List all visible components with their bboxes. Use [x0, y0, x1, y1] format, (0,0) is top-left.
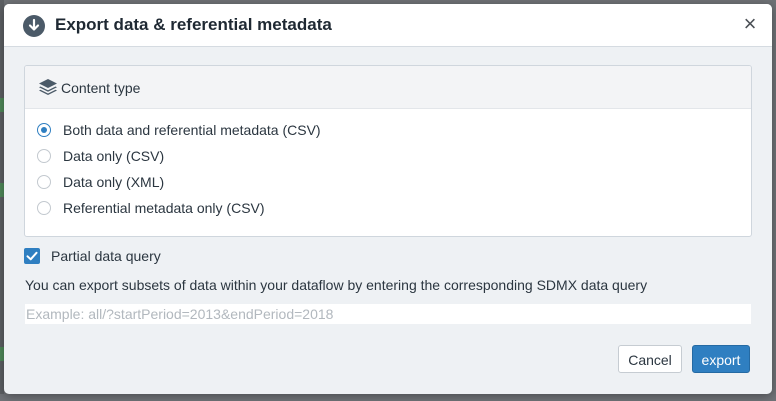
- radio-option-data-csv[interactable]: Data only (CSV): [37, 147, 537, 167]
- layers-icon: [39, 79, 57, 95]
- close-button[interactable]: ×: [740, 13, 760, 35]
- radio-label: Data only (XML): [63, 174, 165, 190]
- radio-button[interactable]: [37, 201, 51, 215]
- radio-button[interactable]: [37, 175, 51, 189]
- checkmark-icon: [26, 251, 38, 261]
- content-type-panel: Content type Both data and referential m…: [24, 65, 752, 237]
- export-dialog: Export data & referential metadata × Con…: [4, 4, 772, 394]
- content-type-header: Content type: [25, 66, 751, 109]
- partial-query-option[interactable]: Partial data query: [24, 247, 324, 267]
- content-type-title: Content type: [61, 80, 141, 96]
- partial-query-help: You can export subsets of data within yo…: [25, 277, 648, 293]
- data-query-input[interactable]: [25, 304, 751, 324]
- cancel-button[interactable]: Cancel: [618, 345, 682, 373]
- radio-button[interactable]: [37, 123, 51, 137]
- radio-button[interactable]: [37, 149, 51, 163]
- radio-option-data-xml[interactable]: Data only (XML): [37, 173, 537, 193]
- download-circle-icon: [23, 15, 45, 37]
- export-button[interactable]: export: [692, 345, 750, 373]
- radio-label: Data only (CSV): [63, 148, 165, 164]
- radio-label: Both data and referential metadata (CSV): [63, 122, 321, 138]
- background-page-bottom: [0, 394, 776, 401]
- partial-query-label: Partial data query: [51, 248, 161, 264]
- dialog-header: Export data & referential metadata ×: [4, 4, 772, 47]
- partial-query-checkbox[interactable]: [24, 248, 40, 264]
- dialog-title: Export data & referential metadata: [55, 15, 332, 34]
- radio-option-metadata-csv[interactable]: Referential metadata only (CSV): [37, 199, 537, 219]
- radio-label: Referential metadata only (CSV): [63, 200, 265, 216]
- radio-option-both-csv[interactable]: Both data and referential metadata (CSV): [37, 121, 537, 141]
